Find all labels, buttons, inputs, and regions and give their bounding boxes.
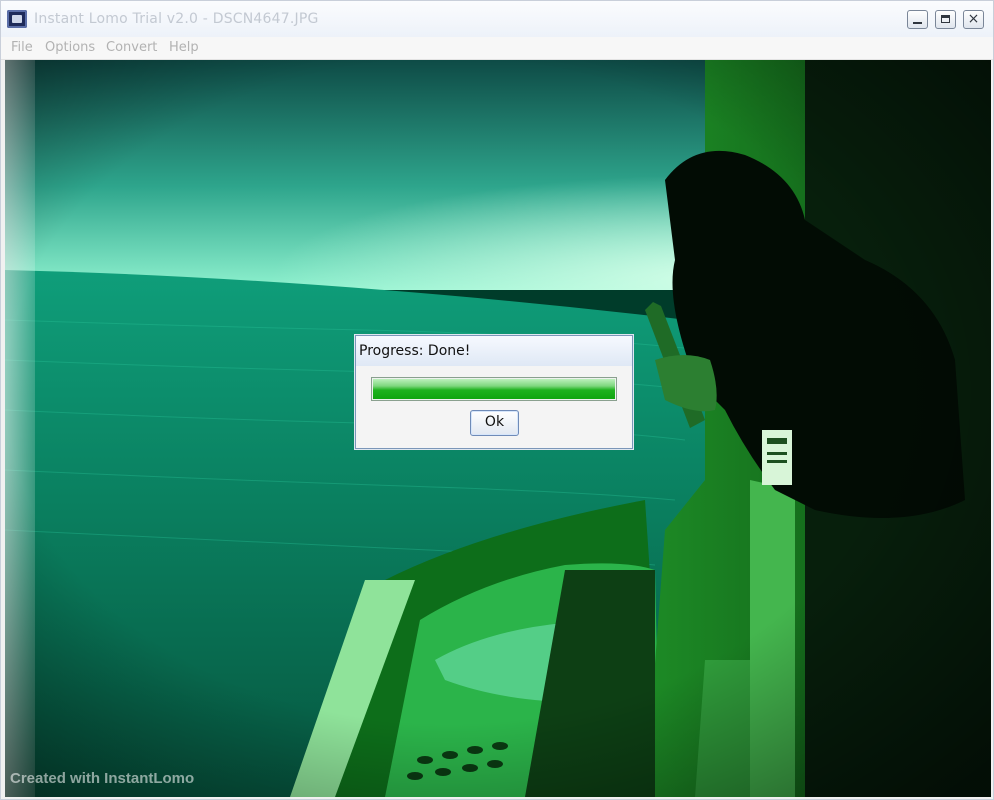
- app-window: Instant Lomo Trial v2.0 - DSCN4647.JPG ×…: [0, 0, 994, 800]
- minimize-icon: [913, 22, 922, 24]
- menu-bar: File Options Convert Help: [1, 37, 993, 60]
- close-button[interactable]: ×: [963, 10, 984, 29]
- menu-options[interactable]: Options: [45, 40, 95, 55]
- dialog-title: Progress: Done!: [359, 343, 471, 359]
- progress-bar: [371, 377, 617, 401]
- window-title: Instant Lomo Trial v2.0 - DSCN4647.JPG: [34, 11, 319, 27]
- app-icon: [7, 10, 27, 28]
- ok-button[interactable]: Ok: [470, 410, 519, 436]
- close-icon: ×: [967, 11, 980, 27]
- progress-fill: [373, 379, 615, 399]
- minimize-button[interactable]: [907, 10, 928, 29]
- maximize-icon: [941, 15, 950, 23]
- maximize-button[interactable]: [935, 10, 956, 29]
- watermark-text: Created with InstantLomo: [10, 770, 195, 787]
- dialog-title-bar[interactable]: Progress: Done!: [356, 336, 632, 366]
- title-bar[interactable]: Instant Lomo Trial v2.0 - DSCN4647.JPG ×: [1, 1, 993, 37]
- menu-convert[interactable]: Convert: [106, 40, 157, 55]
- menu-file[interactable]: File: [11, 40, 33, 55]
- progress-dialog: Progress: Done! Ok: [355, 335, 633, 449]
- menu-help[interactable]: Help: [169, 40, 199, 55]
